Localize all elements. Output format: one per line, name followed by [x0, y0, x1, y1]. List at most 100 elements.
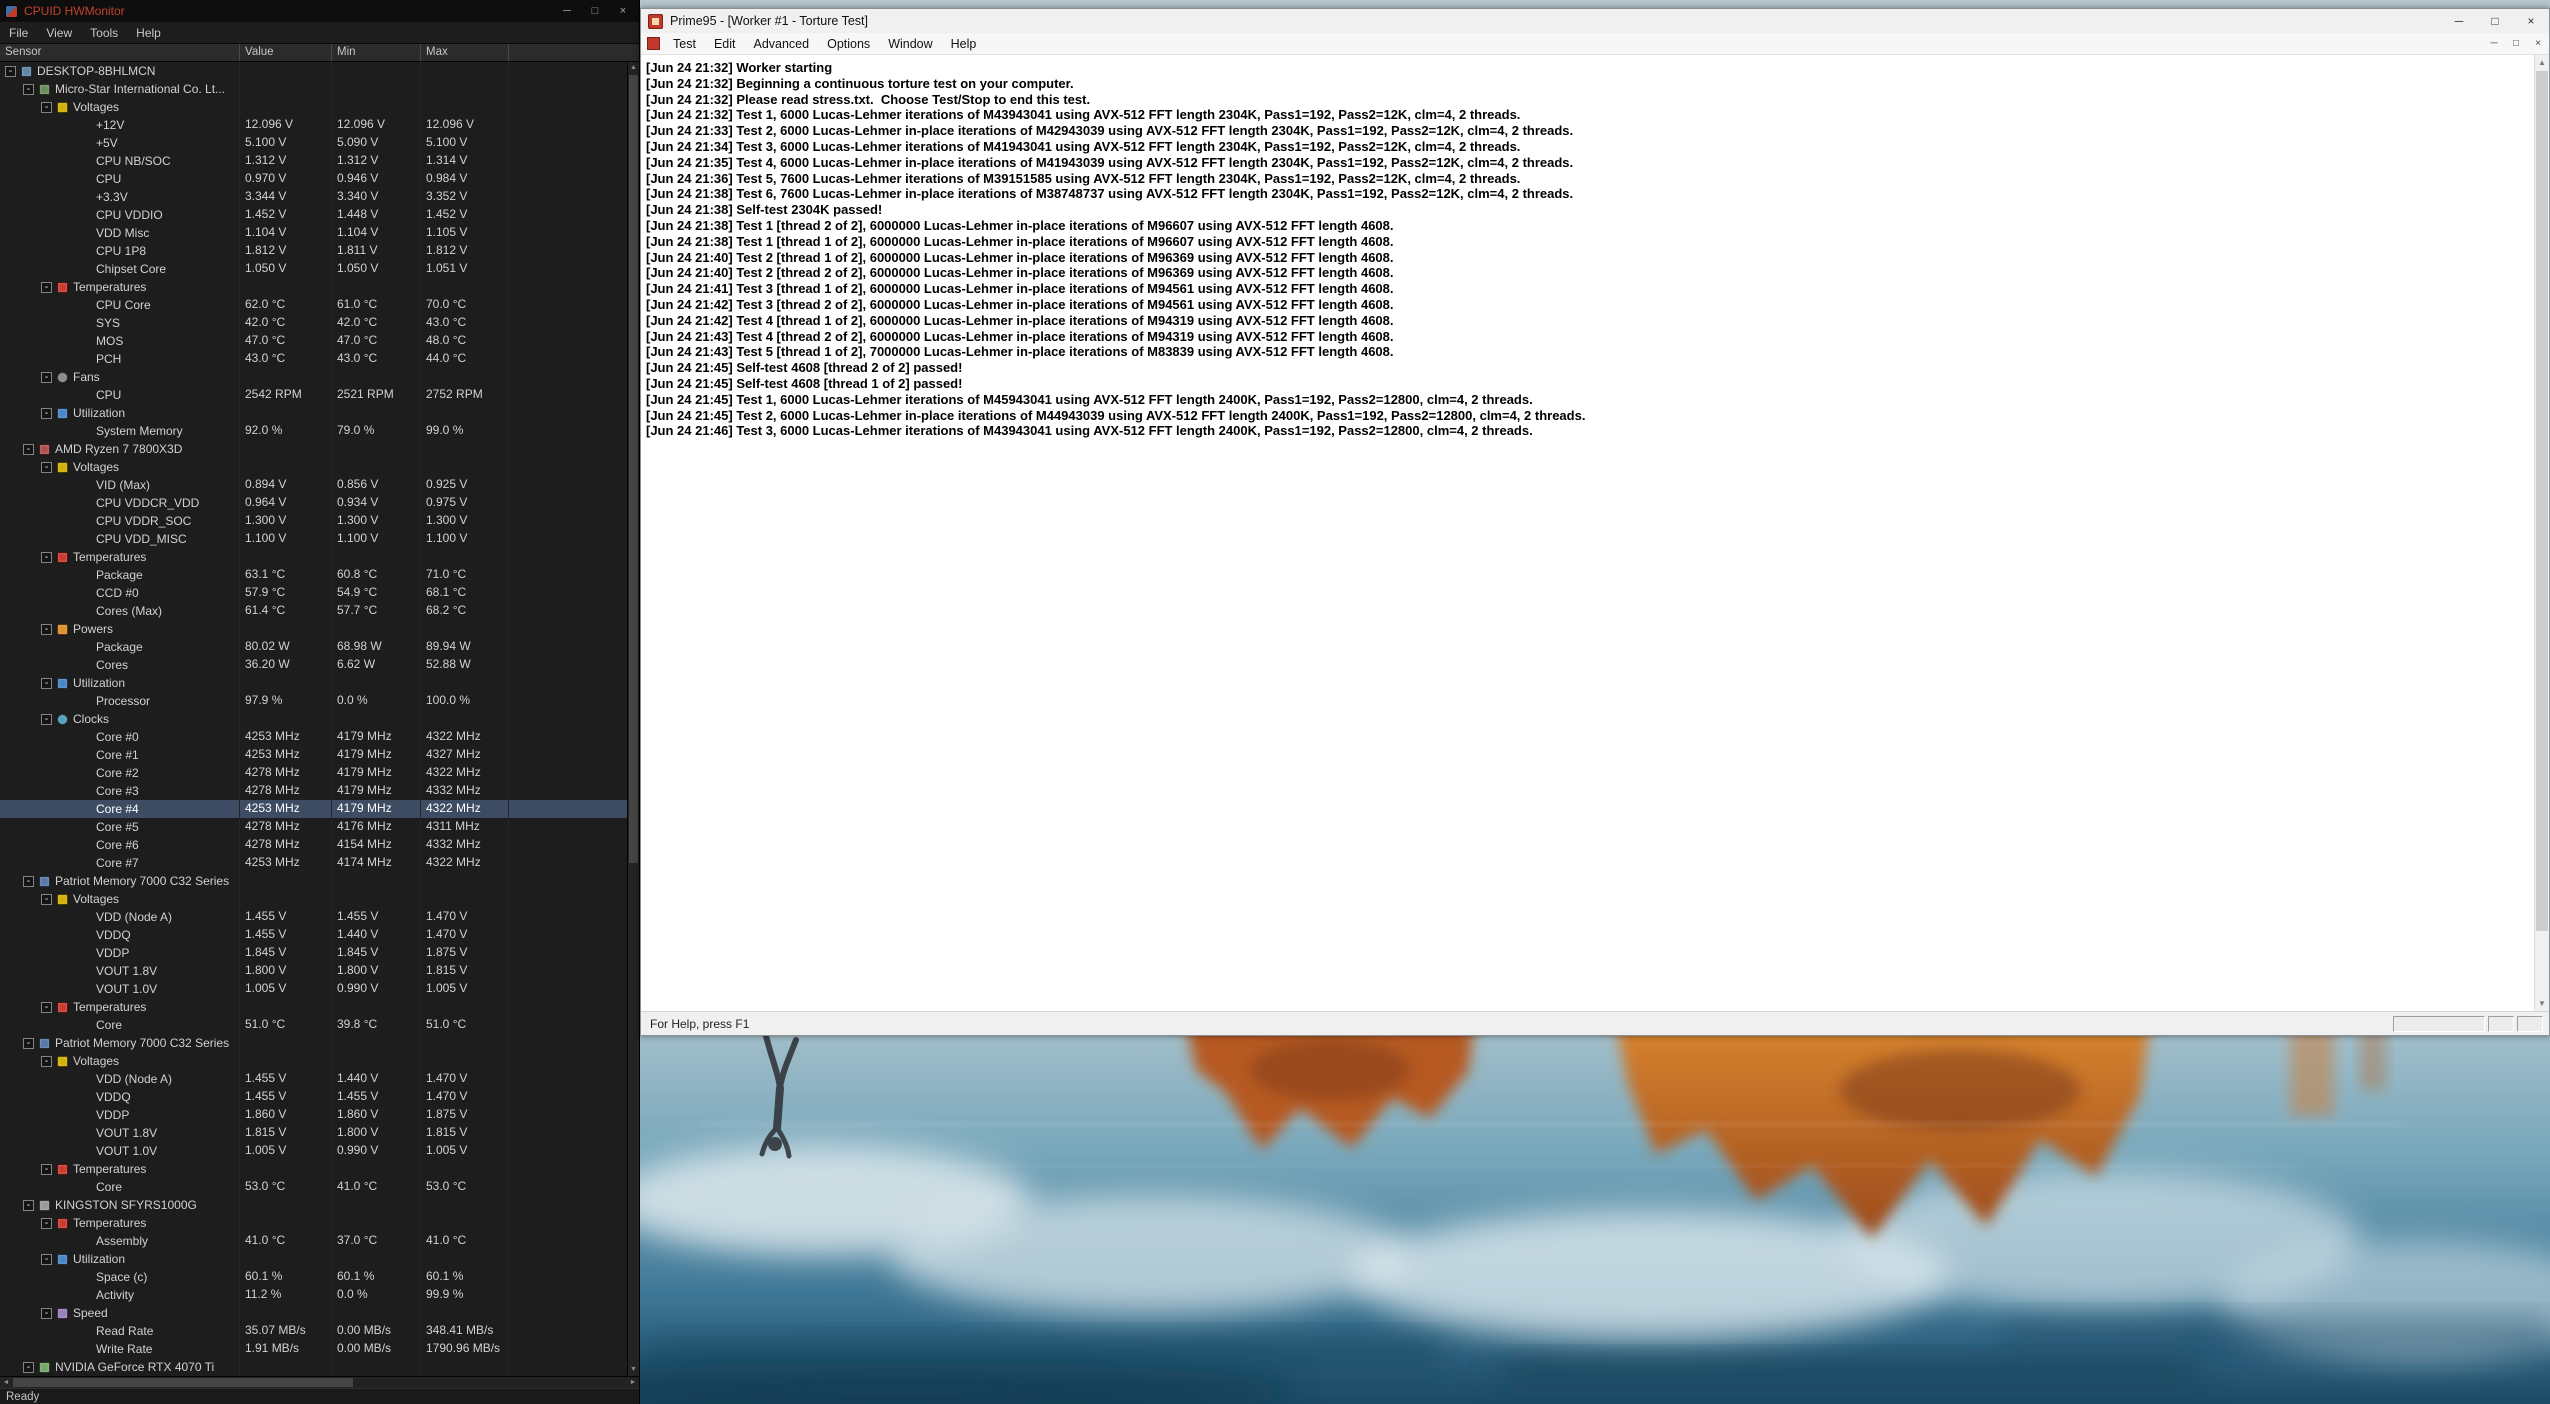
- sensor-row[interactable]: Core #4 4253 MHz 4179 MHz 4322 MHz: [0, 800, 627, 818]
- expand-toggle[interactable]: [41, 1164, 52, 1175]
- expand-toggle[interactable]: [23, 444, 34, 455]
- menu-test[interactable]: Test: [664, 37, 705, 51]
- sensor-row[interactable]: CPU NB/SOC 1.312 V 1.312 V 1.314 V: [0, 152, 627, 170]
- sensor-row[interactable]: Clocks: [0, 710, 627, 728]
- minimize-icon[interactable]: ─: [2441, 9, 2477, 33]
- sensor-row[interactable]: Micro-Star International Co. Lt...: [0, 80, 627, 98]
- menu-view[interactable]: View: [37, 26, 81, 40]
- expand-toggle[interactable]: [41, 678, 52, 689]
- sensor-row[interactable]: Utilization: [0, 674, 627, 692]
- scrollbar-thumb[interactable]: [629, 75, 638, 863]
- sensor-row[interactable]: VOUT 1.8V 1.800 V 1.800 V 1.815 V: [0, 962, 627, 980]
- prime95-titlebar[interactable]: Prime95 - [Worker #1 - Torture Test] ─ □…: [641, 9, 2549, 33]
- worker-window-icon[interactable]: [647, 37, 660, 50]
- close-icon[interactable]: ×: [609, 2, 637, 20]
- expand-toggle[interactable]: [41, 1056, 52, 1067]
- sensor-row[interactable]: NVIDIA GeForce RTX 4070 Ti: [0, 1358, 627, 1376]
- sensor-row[interactable]: Core #1 4253 MHz 4179 MHz 4327 MHz: [0, 746, 627, 764]
- hwmonitor-vertical-scrollbar[interactable]: ▲ ▼: [627, 62, 639, 1376]
- sensor-row[interactable]: +5V 5.100 V 5.090 V 5.100 V: [0, 134, 627, 152]
- expand-toggle[interactable]: [41, 1254, 52, 1265]
- menu-advanced[interactable]: Advanced: [744, 37, 818, 51]
- sensor-row[interactable]: CPU Core 62.0 °C 61.0 °C 70.0 °C: [0, 296, 627, 314]
- sensor-row[interactable]: VDDP 1.860 V 1.860 V 1.875 V: [0, 1106, 627, 1124]
- sensor-row[interactable]: Core #5 4278 MHz 4176 MHz 4311 MHz: [0, 818, 627, 836]
- sensor-row[interactable]: Temperatures: [0, 1214, 627, 1232]
- sensor-row[interactable]: VDDP 1.845 V 1.845 V 1.875 V: [0, 944, 627, 962]
- sensor-row[interactable]: Cores (Max) 61.4 °C 57.7 °C 68.2 °C: [0, 602, 627, 620]
- menu-tools[interactable]: Tools: [81, 26, 127, 40]
- sensor-row[interactable]: Voltages: [0, 458, 627, 476]
- sensor-row[interactable]: Core #3 4278 MHz 4179 MHz 4332 MHz: [0, 782, 627, 800]
- mdi-minimize-icon[interactable]: ─: [2483, 35, 2505, 53]
- expand-toggle[interactable]: [41, 1002, 52, 1013]
- menu-window[interactable]: Window: [879, 37, 941, 51]
- sensor-row[interactable]: VOUT 1.8V 1.815 V 1.800 V 1.815 V: [0, 1124, 627, 1142]
- sensor-row[interactable]: Utilization: [0, 404, 627, 422]
- sensor-row[interactable]: Activity 11.2 % 0.0 % 99.9 %: [0, 1286, 627, 1304]
- sensor-row[interactable]: +3.3V 3.344 V 3.340 V 3.352 V: [0, 188, 627, 206]
- column-header-max[interactable]: Max: [421, 44, 509, 61]
- sensor-row[interactable]: Core 53.0 °C 41.0 °C 53.0 °C: [0, 1178, 627, 1196]
- sensor-row[interactable]: CPU VDD_MISC 1.100 V 1.100 V 1.100 V: [0, 530, 627, 548]
- scroll-down-icon[interactable]: ▼: [2535, 996, 2549, 1011]
- sensor-row[interactable]: System Memory 92.0 % 79.0 % 99.0 %: [0, 422, 627, 440]
- sensor-row[interactable]: CPU VDDR_SOC 1.300 V 1.300 V 1.300 V: [0, 512, 627, 530]
- scrollbar-thumb[interactable]: [13, 1378, 353, 1387]
- sensor-row[interactable]: Powers: [0, 620, 627, 638]
- sensor-row[interactable]: VOUT 1.0V 1.005 V 0.990 V 1.005 V: [0, 1142, 627, 1160]
- sensor-row[interactable]: Speed: [0, 1304, 627, 1322]
- menu-edit[interactable]: Edit: [705, 37, 745, 51]
- mdi-close-icon[interactable]: ×: [2527, 35, 2549, 53]
- expand-toggle[interactable]: [41, 282, 52, 293]
- sensor-row[interactable]: VID (Max) 0.894 V 0.856 V 0.925 V: [0, 476, 627, 494]
- scroll-left-icon[interactable]: ◄: [0, 1377, 12, 1388]
- sensor-row[interactable]: MOS 47.0 °C 47.0 °C 48.0 °C: [0, 332, 627, 350]
- sensor-row[interactable]: Core #2 4278 MHz 4179 MHz 4322 MHz: [0, 764, 627, 782]
- sensor-row[interactable]: Voltages: [0, 1052, 627, 1070]
- column-header-value[interactable]: Value: [240, 44, 332, 61]
- sensor-row[interactable]: Chipset Core 1.050 V 1.050 V 1.051 V: [0, 260, 627, 278]
- sensor-row[interactable]: VDDQ 1.455 V 1.440 V 1.470 V: [0, 926, 627, 944]
- scroll-right-icon[interactable]: ►: [627, 1377, 639, 1388]
- expand-toggle[interactable]: [41, 462, 52, 473]
- sensor-row[interactable]: Utilization: [0, 1250, 627, 1268]
- sensor-row[interactable]: Voltages: [0, 98, 627, 116]
- sensor-row[interactable]: Package 63.1 °C 60.8 °C 71.0 °C: [0, 566, 627, 584]
- sensor-row[interactable]: Temperatures: [0, 1160, 627, 1178]
- sensor-row[interactable]: CPU 2542 RPM 2521 RPM 2752 RPM: [0, 386, 627, 404]
- expand-toggle[interactable]: [41, 552, 52, 563]
- sensor-row[interactable]: AMD Ryzen 7 7800X3D: [0, 440, 627, 458]
- sensor-row[interactable]: Temperatures: [0, 998, 627, 1016]
- menu-file[interactable]: File: [0, 26, 37, 40]
- sensor-row[interactable]: Patriot Memory 7000 C32 Series: [0, 1034, 627, 1052]
- minimize-icon[interactable]: ─: [553, 2, 581, 20]
- expand-toggle[interactable]: [23, 84, 34, 95]
- sensor-row[interactable]: DESKTOP-8BHLMCN: [0, 62, 627, 80]
- expand-toggle[interactable]: [41, 408, 52, 419]
- scroll-up-icon[interactable]: ▲: [628, 62, 639, 74]
- sensor-row[interactable]: SYS 42.0 °C 42.0 °C 43.0 °C: [0, 314, 627, 332]
- sensor-row[interactable]: Core 51.0 °C 39.8 °C 51.0 °C: [0, 1016, 627, 1034]
- expand-toggle[interactable]: [41, 1218, 52, 1229]
- sensor-row[interactable]: Temperatures: [0, 278, 627, 296]
- maximize-icon[interactable]: □: [2477, 9, 2513, 33]
- expand-toggle[interactable]: [23, 1362, 34, 1373]
- sensor-row[interactable]: VOUT 1.0V 1.005 V 0.990 V 1.005 V: [0, 980, 627, 998]
- sensor-row[interactable]: VDDQ 1.455 V 1.455 V 1.470 V: [0, 1088, 627, 1106]
- sensor-row[interactable]: CCD #0 57.9 °C 54.9 °C 68.1 °C: [0, 584, 627, 602]
- expand-toggle[interactable]: [23, 1200, 34, 1211]
- sensor-row[interactable]: CPU VDDCR_VDD 0.964 V 0.934 V 0.975 V: [0, 494, 627, 512]
- menu-help[interactable]: Help: [942, 37, 986, 51]
- sensor-row[interactable]: Patriot Memory 7000 C32 Series: [0, 872, 627, 890]
- sensor-row[interactable]: VDD (Node A) 1.455 V 1.455 V 1.470 V: [0, 908, 627, 926]
- sensor-row[interactable]: Voltages: [0, 890, 627, 908]
- sensor-row[interactable]: Core #6 4278 MHz 4154 MHz 4332 MHz: [0, 836, 627, 854]
- sensor-row[interactable]: Fans: [0, 368, 627, 386]
- sensor-row[interactable]: Core #0 4253 MHz 4179 MHz 4322 MHz: [0, 728, 627, 746]
- sensor-row[interactable]: PCH 43.0 °C 43.0 °C 44.0 °C: [0, 350, 627, 368]
- hwmonitor-horizontal-scrollbar[interactable]: ◄ ►: [0, 1376, 639, 1388]
- sensor-row[interactable]: Space (c) 60.1 % 60.1 % 60.1 %: [0, 1268, 627, 1286]
- sensor-row[interactable]: Write Rate 1.91 MB/s 0.00 MB/s 1790.96 M…: [0, 1340, 627, 1358]
- sensor-row[interactable]: +12V 12.096 V 12.096 V 12.096 V: [0, 116, 627, 134]
